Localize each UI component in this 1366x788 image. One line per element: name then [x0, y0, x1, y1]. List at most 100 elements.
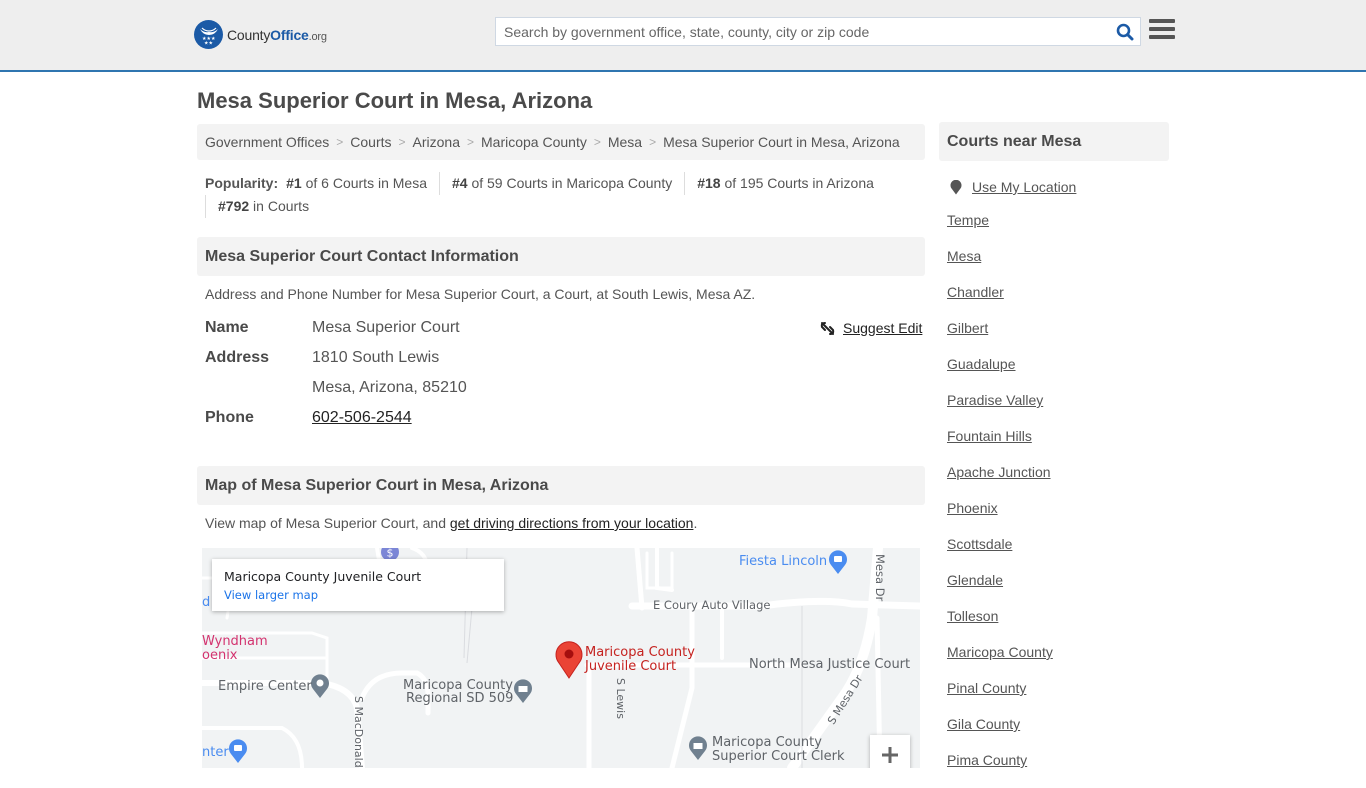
sidebar-link-item: Tempe: [947, 212, 1076, 248]
sidebar-link-item: Paradise Valley: [947, 392, 1076, 428]
map-description: View map of Mesa Superior Court, and get…: [205, 515, 698, 531]
address-line2: Mesa, Arizona, 85210: [312, 379, 467, 396]
sidebar-link-fountain-hills[interactable]: Fountain Hills: [947, 428, 1032, 444]
government-poi-icon[interactable]: [513, 678, 533, 709]
search-input[interactable]: [496, 18, 1110, 45]
sidebar-link-item: Chandler: [947, 284, 1076, 320]
info-row-name: Name Mesa Superior Court: [205, 319, 460, 337]
map-label-clerk-1: Maricopa County: [712, 735, 822, 750]
sidebar-link-item: Pima County: [947, 752, 1076, 788]
map-label-mesa-dr: Mesa Dr: [873, 554, 887, 602]
breadcrumb-courts[interactable]: Courts: [350, 134, 391, 150]
map-zoom-in-button[interactable]: [870, 735, 910, 768]
shopping-poi-icon[interactable]: [228, 738, 248, 768]
map-label-marker-1: Maricopa County: [585, 645, 695, 660]
nearby-courts-list: Use My Location Tempe Mesa Chandler Gilb…: [947, 176, 1076, 788]
breadcrumb-current: Mesa Superior Court in Mesa, Arizona: [663, 134, 900, 150]
sidebar-link-pinal-county[interactable]: Pinal County: [947, 680, 1026, 696]
name-label: Name: [205, 319, 249, 336]
map-label-lewis: S Lewis: [614, 678, 627, 719]
sidebar-link-glendale[interactable]: Glendale: [947, 572, 1003, 588]
sidebar-link-pima-county[interactable]: Pima County: [947, 752, 1027, 768]
shopping-poi-icon[interactable]: [828, 549, 848, 580]
map-label-fiesta: Fiesta Lincoln: [739, 554, 828, 569]
sidebar-link-chandler[interactable]: Chandler: [947, 284, 1004, 300]
popularity-label: Popularity:: [205, 175, 279, 191]
breadcrumb-separator: >: [466, 135, 474, 149]
svg-text:★★: ★★: [204, 40, 213, 46]
sidebar-link-tempe[interactable]: Tempe: [947, 212, 989, 228]
map-label-macdonald: S MacDonald: [352, 696, 365, 768]
sidebar-link-apache-junction[interactable]: Apache Junction: [947, 464, 1051, 480]
address-label: Address: [205, 349, 270, 366]
phone-link[interactable]: 602-506-2544: [312, 409, 412, 427]
sidebar-link-tolleson[interactable]: Tolleson: [947, 608, 998, 624]
breadcrumb-arizona[interactable]: Arizona: [413, 134, 460, 150]
page-title: Mesa Superior Court in Mesa, Arizona: [197, 88, 593, 113]
use-my-location-link[interactable]: Use My Location: [947, 176, 1076, 198]
site-header: ★★★ ★★ CountyOffice.org: [0, 0, 1366, 72]
map-label-center: nter: [202, 745, 229, 760]
location-poi-icon[interactable]: [310, 673, 330, 704]
sidebar-link-item: Guadalupe: [947, 356, 1076, 392]
map-label-north-mesa-justice-court: North Mesa Justice Court: [749, 657, 911, 672]
eagle-logo-icon: ★★★ ★★: [194, 20, 223, 49]
map-marker-icon[interactable]: [555, 641, 583, 684]
government-poi-icon[interactable]: [688, 735, 708, 766]
sidebar-link-item: Glendale: [947, 572, 1076, 608]
address-line1: 1810 South Lewis: [312, 349, 440, 366]
breadcrumb-government-offices[interactable]: Government Offices: [205, 134, 329, 150]
info-row-address-2: Mesa, Arizona, 85210: [205, 379, 467, 397]
sidebar-link-item: Gilbert: [947, 320, 1076, 356]
suggest-edit-link[interactable]: Suggest Edit: [820, 320, 922, 336]
view-larger-map-link[interactable]: View larger map: [224, 588, 492, 602]
sidebar-link-item: Apache Junction: [947, 464, 1076, 500]
sidebar-link-gilbert[interactable]: Gilbert: [947, 320, 988, 336]
logo-text: CountyOffice.org: [227, 26, 327, 43]
contact-description: Address and Phone Number for Mesa Superi…: [205, 286, 756, 302]
breadcrumb-mesa[interactable]: Mesa: [608, 134, 642, 150]
sidebar-link-scottsdale[interactable]: Scottsdale: [947, 536, 1012, 552]
site-logo[interactable]: ★★★ ★★ CountyOffice.org: [194, 20, 327, 49]
breadcrumb: Government Offices > Courts > Arizona > …: [197, 124, 925, 160]
popularity-ranks: Popularity: #1 of 6 Courts in Mesa #4 of 5…: [205, 172, 925, 218]
map-label-clerk-2: Superior Court Clerk: [712, 749, 845, 764]
popularity-rank-county: #4 of 59 Courts in Maricopa County: [438, 172, 684, 195]
sidebar-link-item: Tolleson: [947, 608, 1076, 644]
driving-directions-link[interactable]: get driving directions from your locatio…: [450, 515, 694, 531]
sidebar-link-gila-county[interactable]: Gila County: [947, 716, 1020, 732]
sidebar-link-maricopa-county[interactable]: Maricopa County: [947, 644, 1053, 660]
map-label-regional-2: Regional SD 509: [406, 691, 514, 706]
plus-icon: [882, 747, 898, 763]
name-value: Mesa Superior Court: [312, 319, 460, 336]
breadcrumb-separator: >: [336, 135, 344, 149]
sidebar-link-item: Maricopa County: [947, 644, 1076, 680]
map-section-heading: Map of Mesa Superior Court in Mesa, Ariz…: [197, 466, 925, 505]
suggest-edit-label: Suggest Edit: [843, 320, 923, 336]
breadcrumb-separator: >: [398, 135, 406, 149]
map-label-edge: d: [202, 595, 211, 610]
map-info-card: Maricopa County Juvenile Court View larg…: [212, 559, 504, 611]
sidebar-heading: Courts near Mesa: [939, 122, 1169, 161]
popularity-rank-state: #18 of 195 Courts in Arizona: [684, 172, 886, 195]
sidebar-link-item: Scottsdale: [947, 536, 1076, 572]
map-label-marker-2: Juvenile Court: [585, 659, 677, 674]
sidebar-link-item: Phoenix: [947, 500, 1076, 536]
sidebar-link-guadalupe[interactable]: Guadalupe: [947, 356, 1016, 372]
sidebar-link-item: Gila County: [947, 716, 1076, 752]
use-my-location-item: Use My Location: [947, 176, 1076, 212]
hamburger-menu-icon[interactable]: [1149, 19, 1175, 43]
sidebar-link-phoenix[interactable]: Phoenix: [947, 500, 998, 516]
contact-section-heading: Mesa Superior Court Contact Information: [197, 237, 925, 276]
search-bar: [495, 17, 1141, 46]
location-pin-icon: [950, 179, 962, 194]
map-label-empire-center: Empire Center: [218, 679, 312, 694]
sidebar-link-mesa[interactable]: Mesa: [947, 248, 981, 264]
sidebar-link-paradise-valley[interactable]: Paradise Valley: [947, 392, 1043, 408]
sidebar-link-item: Fountain Hills: [947, 428, 1076, 464]
embedded-map[interactable]: $ Fiesta Lincoln E Coury Auto Village Me…: [202, 548, 920, 768]
breadcrumb-maricopa-county[interactable]: Maricopa County: [481, 134, 587, 150]
popularity-rank-city: #1 of 6 Courts in Mesa: [286, 175, 427, 191]
search-icon[interactable]: [1110, 18, 1140, 45]
info-row-address: Address 1810 South Lewis: [205, 349, 439, 367]
